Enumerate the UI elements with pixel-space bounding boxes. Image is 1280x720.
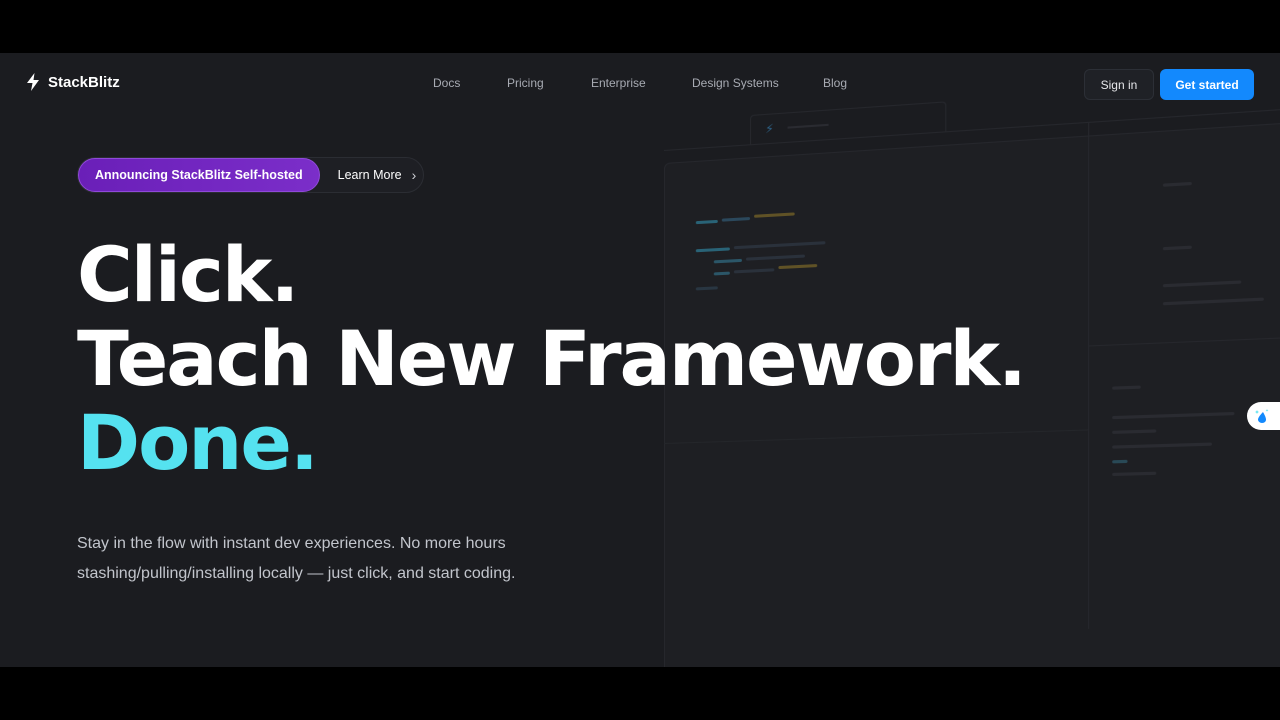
top-navigation: StackBlitz Docs Pricing Enterprise Desig… [0,53,1280,113]
hero-line-framework: Teach New Framework. [77,317,977,401]
letterbox-top [0,0,1280,53]
get-started-button[interactable]: Get started [1160,69,1254,100]
learn-more-link[interactable]: Learn More › [338,167,417,183]
mockup-code-line [1112,460,1127,464]
hero-headline: Click. Teach New Framework. Done. [77,233,977,485]
hero-line-done: Done. [77,401,977,485]
landing-page: ⚡ StackBlitz Docs Pricing Enterprise Des… [0,53,1280,667]
water-drop-sparkle-icon [1254,408,1270,424]
hero-line-click: Click. [77,233,977,317]
hero-subtitle: Stay in the flow with instant dev experi… [77,529,637,589]
mockup-bolt-icon: ⚡ [765,121,774,136]
learn-more-label: Learn More [338,168,402,182]
mockup-divider [1088,123,1089,629]
floating-widget-button[interactable] [1247,402,1280,430]
nav-link-design-systems[interactable]: Design Systems [692,76,779,90]
sign-in-button[interactable]: Sign in [1084,69,1154,100]
letterbox-bottom [0,667,1280,720]
nav-link-blog[interactable]: Blog [823,76,847,90]
announcement-banner: Announcing StackBlitz Self-hosted Learn … [77,157,424,193]
chevron-right-icon: › [412,167,417,183]
nav-link-pricing[interactable]: Pricing [507,76,544,90]
nav-link-docs[interactable]: Docs [433,76,460,90]
nav-link-enterprise[interactable]: Enterprise [591,76,646,90]
mockup-tab-line [788,124,829,129]
announcement-tag[interactable]: Announcing StackBlitz Self-hosted [78,158,320,192]
